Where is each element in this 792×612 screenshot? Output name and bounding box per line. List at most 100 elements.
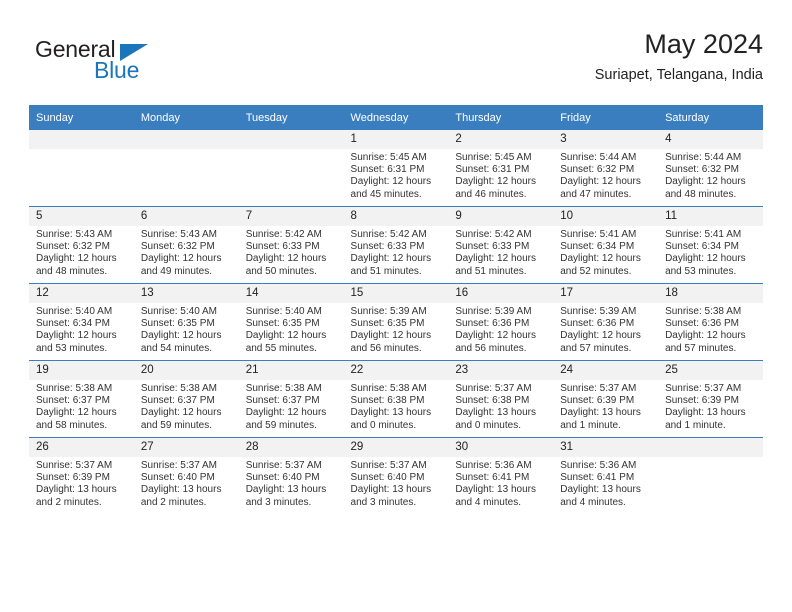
day-details: Sunrise: 5:44 AM Sunset: 6:32 PM Daylight:… <box>658 149 763 201</box>
sunrise-text: Sunrise: 5:37 AM <box>245 460 322 471</box>
day-cell-inner: 27 Sunrise: 5:37 AM Sunset: 6:40 PM Dayligh… <box>133 438 239 514</box>
title-block: May 2024 Suriapet, Telangana, India <box>595 28 763 86</box>
day-number: 6 <box>133 207 239 226</box>
calendar-day-cell[interactable]: 22 Sunrise: 5:38 AM Sunset: 6:38 PM Dayligh… <box>343 360 449 438</box>
calendar-day-cell[interactable]: 30 Sunrise: 5:36 AM Sunset: 6:41 PM Dayligh… <box>448 437 554 514</box>
daylight-text-line1: Daylight: 13 hours <box>36 484 117 496</box>
calendar-day-cell[interactable]: 4 Sunrise: 5:44 AM Sunset: 6:32 PM Daylight… <box>658 130 763 207</box>
calendar-day-cell[interactable]: 15 Sunrise: 5:39 AM Sunset: 6:35 PM Dayligh… <box>343 283 449 361</box>
sunrise-text: Sunrise: 5:45 AM <box>455 152 532 163</box>
calendar-day-cell[interactable]: 31 Sunrise: 5:36 AM Sunset: 6:41 PM Dayligh… <box>553 437 659 514</box>
day-details: Sunrise: 5:36 AM Sunset: 6:41 PM Daylight:… <box>448 457 553 509</box>
calendar-day-cell[interactable]: 21 Sunrise: 5:38 AM Sunset: 6:37 PM Dayligh… <box>238 360 344 438</box>
day-cell-inner: 23 Sunrise: 5:37 AM Sunset: 6:38 PM Dayligh… <box>448 361 554 437</box>
day-number: 2 <box>448 130 554 149</box>
calendar-day-cell[interactable]: 7 Sunrise: 5:42 AM Sunset: 6:33 PM Daylight… <box>238 206 344 284</box>
daylight-text-line2: and 45 minutes. <box>350 188 422 200</box>
day-details: Sunrise: 5:38 AM Sunset: 6:38 PM Daylight:… <box>344 380 449 432</box>
sunset-text: Sunset: 6:38 PM <box>350 395 425 407</box>
daylight-text-line1: Daylight: 12 hours <box>140 407 222 419</box>
day-details: Sunrise: 5:38 AM Sunset: 6:37 PM Daylight:… <box>239 380 344 432</box>
day-details: Sunrise: 5:37 AM Sunset: 6:40 PM Daylight:… <box>134 457 239 509</box>
day-cell-inner: 21 Sunrise: 5:38 AM Sunset: 6:37 PM Dayligh… <box>238 361 344 437</box>
daylight-text-line1: Daylight: 13 hours <box>455 407 536 419</box>
day-number: 15 <box>343 284 449 303</box>
daylight-text-line2: and 50 minutes. <box>245 265 317 277</box>
day-details: Sunrise: 5:41 AM Sunset: 6:34 PM Daylight:… <box>658 226 763 278</box>
daylight-text-line2: and 59 minutes. <box>140 419 213 431</box>
day-details: Sunrise: 5:44 AM Sunset: 6:32 PM Daylight:… <box>553 149 658 201</box>
sunrise-text: Sunrise: 5:40 AM <box>140 306 217 317</box>
calendar-day-cell[interactable]: 23 Sunrise: 5:37 AM Sunset: 6:38 PM Dayligh… <box>448 360 554 438</box>
day-number <box>238 130 344 149</box>
calendar-week-row: 12 Sunrise: 5:40 AM Sunset: 6:34 PM Dayligh… <box>29 283 763 361</box>
day-details: Sunrise: 5:39 AM Sunset: 6:36 PM Daylight:… <box>553 303 658 355</box>
calendar-day-cell[interactable]: 24 Sunrise: 5:37 AM Sunset: 6:39 PM Dayligh… <box>553 360 659 438</box>
daylight-text-line2: and 46 minutes. <box>455 188 527 200</box>
daylight-text-line1: Daylight: 13 hours <box>560 484 641 496</box>
calendar-day-cell[interactable]: 10 Sunrise: 5:41 AM Sunset: 6:34 PM Dayligh… <box>553 206 659 284</box>
weekday-header-tuesday: Tuesday <box>238 105 344 130</box>
calendar-day-cell[interactable]: 3 Sunrise: 5:44 AM Sunset: 6:32 PM Daylight… <box>553 130 659 207</box>
calendar-day-cell[interactable]: 12 Sunrise: 5:40 AM Sunset: 6:34 PM Dayligh… <box>29 283 134 361</box>
day-cell-inner: 17 Sunrise: 5:39 AM Sunset: 6:36 PM Dayligh… <box>553 284 659 360</box>
calendar-page: General Blue May 2024 Suriapet, Telangan… <box>0 0 792 612</box>
day-cell-inner: 14 Sunrise: 5:40 AM Sunset: 6:35 PM Dayligh… <box>238 284 344 360</box>
calendar-day-cell[interactable]: 29 Sunrise: 5:37 AM Sunset: 6:40 PM Dayligh… <box>343 437 449 514</box>
calendar-day-cell[interactable]: 20 Sunrise: 5:38 AM Sunset: 6:37 PM Dayligh… <box>133 360 239 438</box>
sunset-text: Sunset: 6:35 PM <box>140 318 215 330</box>
sunrise-text: Sunrise: 5:38 AM <box>665 306 742 317</box>
daylight-text-line1: Daylight: 12 hours <box>560 176 641 188</box>
daylight-text-line2: and 59 minutes. <box>245 419 317 431</box>
calendar-day-cell[interactable]: 18 Sunrise: 5:38 AM Sunset: 6:36 PM Dayligh… <box>658 283 763 361</box>
calendar-day-cell[interactable]: 17 Sunrise: 5:39 AM Sunset: 6:36 PM Dayligh… <box>553 283 659 361</box>
sunrise-text: Sunrise: 5:36 AM <box>455 460 532 471</box>
calendar-day-cell[interactable]: 27 Sunrise: 5:37 AM Sunset: 6:40 PM Dayligh… <box>133 437 239 514</box>
calendar-day-cell-empty <box>238 130 344 207</box>
calendar-day-cell[interactable]: 26 Sunrise: 5:37 AM Sunset: 6:39 PM Dayligh… <box>29 437 134 514</box>
calendar-day-cell[interactable]: 25 Sunrise: 5:37 AM Sunset: 6:39 PM Dayligh… <box>658 360 763 438</box>
calendar-day-cell[interactable]: 8 Sunrise: 5:42 AM Sunset: 6:33 PM Daylight… <box>343 206 449 284</box>
calendar-day-cell[interactable]: 1 Sunrise: 5:45 AM Sunset: 6:31 PM Daylight… <box>343 130 449 207</box>
day-cell-inner: 11 Sunrise: 5:41 AM Sunset: 6:34 PM Dayligh… <box>658 207 763 283</box>
calendar-day-cell[interactable]: 28 Sunrise: 5:37 AM Sunset: 6:40 PM Dayligh… <box>238 437 344 514</box>
day-cell-inner: 7 Sunrise: 5:42 AM Sunset: 6:33 PM Daylight… <box>238 207 344 283</box>
sunset-text: Sunset: 6:37 PM <box>245 395 320 407</box>
day-number: 20 <box>133 361 239 380</box>
daylight-text-line2: and 57 minutes. <box>665 342 737 354</box>
calendar-day-cell[interactable]: 9 Sunrise: 5:42 AM Sunset: 6:33 PM Daylight… <box>448 206 554 284</box>
general-blue-logo[interactable]: General Blue <box>35 36 215 92</box>
daylight-text-line1: Daylight: 12 hours <box>665 253 746 265</box>
calendar-day-cell[interactable]: 16 Sunrise: 5:39 AM Sunset: 6:36 PM Dayligh… <box>448 283 554 361</box>
sunrise-text: Sunrise: 5:38 AM <box>245 383 322 394</box>
calendar-day-cell-empty <box>133 130 239 207</box>
weekday-header-monday: Monday <box>133 105 239 130</box>
calendar-day-cell[interactable]: 14 Sunrise: 5:40 AM Sunset: 6:35 PM Dayligh… <box>238 283 344 361</box>
daylight-text-line1: Daylight: 12 hours <box>245 407 327 419</box>
calendar-day-cell[interactable]: 2 Sunrise: 5:45 AM Sunset: 6:31 PM Daylight… <box>448 130 554 207</box>
calendar-day-cell[interactable]: 6 Sunrise: 5:43 AM Sunset: 6:32 PM Daylight… <box>133 206 239 284</box>
calendar-week-row: 19 Sunrise: 5:38 AM Sunset: 6:37 PM Dayligh… <box>29 360 763 438</box>
sunset-text: Sunset: 6:40 PM <box>140 472 215 484</box>
calendar-day-cell[interactable]: 5 Sunrise: 5:43 AM Sunset: 6:32 PM Daylight… <box>29 206 134 284</box>
daylight-text-line1: Daylight: 12 hours <box>455 253 536 265</box>
day-number: 19 <box>29 361 134 380</box>
sunset-text: Sunset: 6:33 PM <box>350 241 425 253</box>
sunrise-text: Sunrise: 5:40 AM <box>36 306 113 317</box>
sunrise-text: Sunrise: 5:44 AM <box>560 152 637 163</box>
sunset-text: Sunset: 6:39 PM <box>36 472 110 484</box>
day-cell-inner: 3 Sunrise: 5:44 AM Sunset: 6:32 PM Daylight… <box>553 130 659 206</box>
day-cell-inner: 28 Sunrise: 5:37 AM Sunset: 6:40 PM Dayligh… <box>238 438 344 514</box>
sunrise-text: Sunrise: 5:37 AM <box>350 460 427 471</box>
day-details: Sunrise: 5:45 AM Sunset: 6:31 PM Daylight:… <box>344 149 449 201</box>
sunset-text: Sunset: 6:33 PM <box>245 241 320 253</box>
calendar-day-cell[interactable]: 11 Sunrise: 5:41 AM Sunset: 6:34 PM Dayligh… <box>658 206 763 284</box>
day-number: 14 <box>238 284 344 303</box>
calendar-day-cell[interactable]: 13 Sunrise: 5:40 AM Sunset: 6:35 PM Dayligh… <box>133 283 239 361</box>
sunrise-text: Sunrise: 5:43 AM <box>36 229 113 240</box>
calendar-day-cell[interactable]: 19 Sunrise: 5:38 AM Sunset: 6:37 PM Dayligh… <box>29 360 134 438</box>
sunset-text: Sunset: 6:32 PM <box>560 164 635 176</box>
daylight-text-line1: Daylight: 13 hours <box>245 484 327 496</box>
day-cell-inner: 12 Sunrise: 5:40 AM Sunset: 6:34 PM Dayligh… <box>29 284 134 360</box>
daylight-text-line2: and 3 minutes. <box>245 496 312 508</box>
